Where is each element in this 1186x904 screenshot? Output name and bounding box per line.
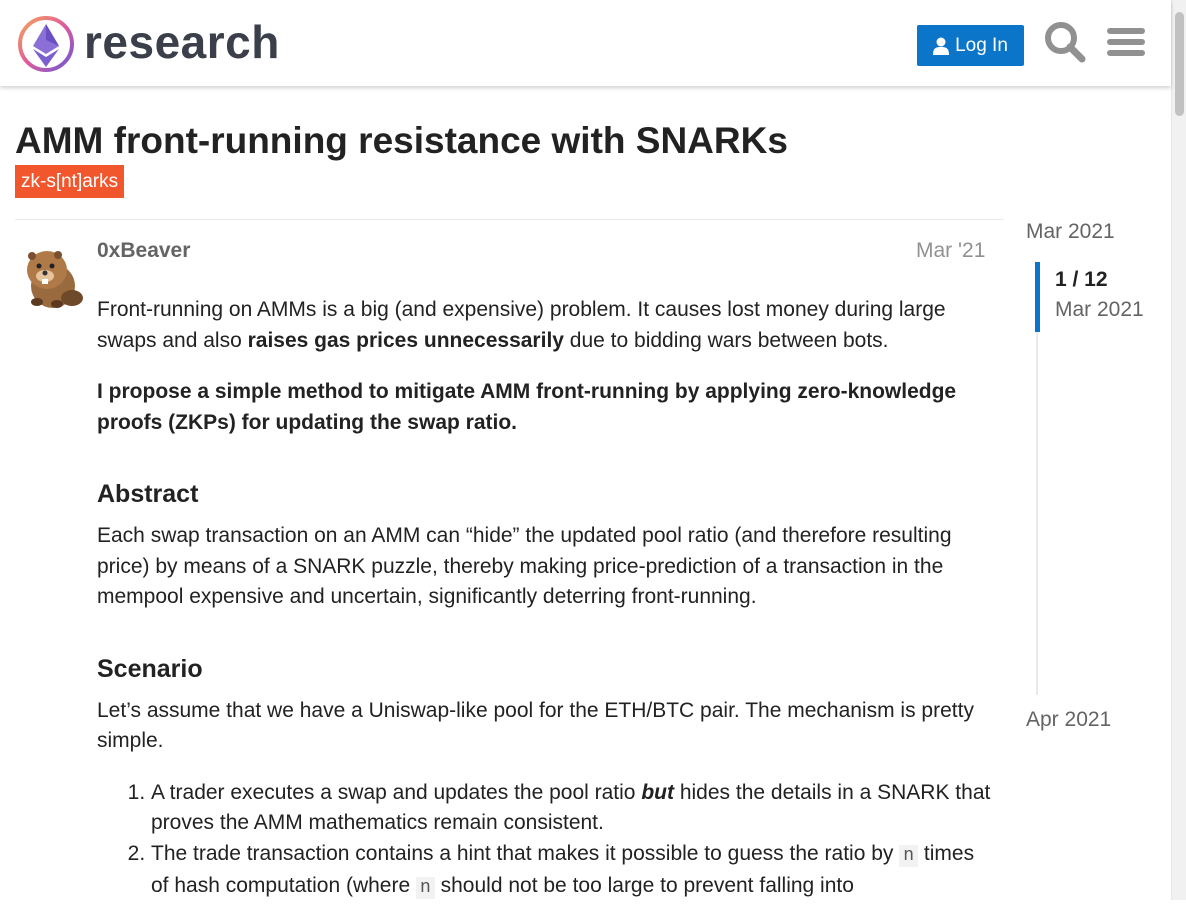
topic-tag[interactable]: zk-s[nt]arks <box>15 165 125 198</box>
timeline-current-date: Mar 2021 <box>1055 298 1144 321</box>
list-item: The trade transaction contains a hint th… <box>151 839 992 904</box>
post-body: Front-running on AMMs is a big (and expe… <box>97 295 992 904</box>
post-username[interactable]: 0xBeaver <box>97 239 190 263</box>
list-item-emphasis: but <box>641 780 674 804</box>
timeline-start-date[interactable]: Mar 2021 <box>1026 220 1115 244</box>
site-header: research Log In <box>0 0 1171 86</box>
page-scrollbar[interactable] <box>1171 0 1186 900</box>
topic-title[interactable]: AMM front-running resistance with SNARKs <box>15 118 788 164</box>
user-avatar[interactable] <box>17 240 85 312</box>
title-divider <box>15 219 1004 220</box>
scrollbar-thumb[interactable] <box>1175 12 1184 116</box>
post-text: due to bidding wars between bots. <box>563 328 889 352</box>
list-item-text: A trader executes a swap and updates the… <box>151 780 642 804</box>
timeline-scroll-handle[interactable] <box>1035 262 1040 332</box>
timeline-end-date[interactable]: Apr 2021 <box>1026 708 1111 732</box>
inline-code: n <box>415 877 435 899</box>
site-logo-text[interactable]: research <box>84 14 280 70</box>
post-text-bold: raises gas prices unnecessarily <box>247 328 564 352</box>
site-logo-icon[interactable] <box>16 14 76 74</box>
post-paragraph: Front-running on AMMs is a big (and expe… <box>97 295 992 356</box>
user-icon <box>933 37 950 55</box>
list-item-text: should not be too large to prevent falli… <box>434 874 854 897</box>
login-label: Log In <box>955 34 1008 56</box>
scenario-list: A trader executes a swap and updates the… <box>97 778 992 904</box>
abstract-paragraph: Each swap transaction on an AMM can “hid… <box>97 524 952 608</box>
hamburger-menu-icon[interactable] <box>1104 20 1148 64</box>
post-paragraph: I propose a simple method to mitigate AM… <box>97 377 992 438</box>
timeline-post-count: 1 / 12 <box>1055 268 1108 291</box>
list-item-text: The trade transaction contains a hint th… <box>151 841 900 865</box>
section-heading-scenario: Scenario <box>97 654 203 683</box>
scenario-paragraph: Let’s assume that we have a Uniswap-like… <box>97 698 974 753</box>
inline-code: n <box>899 844 919 867</box>
search-icon[interactable] <box>1043 20 1087 64</box>
list-item: A trader executes a swap and updates the… <box>151 778 992 839</box>
post-text-bold: I propose a simple method to mitigate AM… <box>97 380 957 434</box>
login-button[interactable]: Log In <box>917 25 1024 66</box>
section-heading-abstract: Abstract <box>97 480 199 508</box>
post-date[interactable]: Mar '21 <box>916 239 985 263</box>
